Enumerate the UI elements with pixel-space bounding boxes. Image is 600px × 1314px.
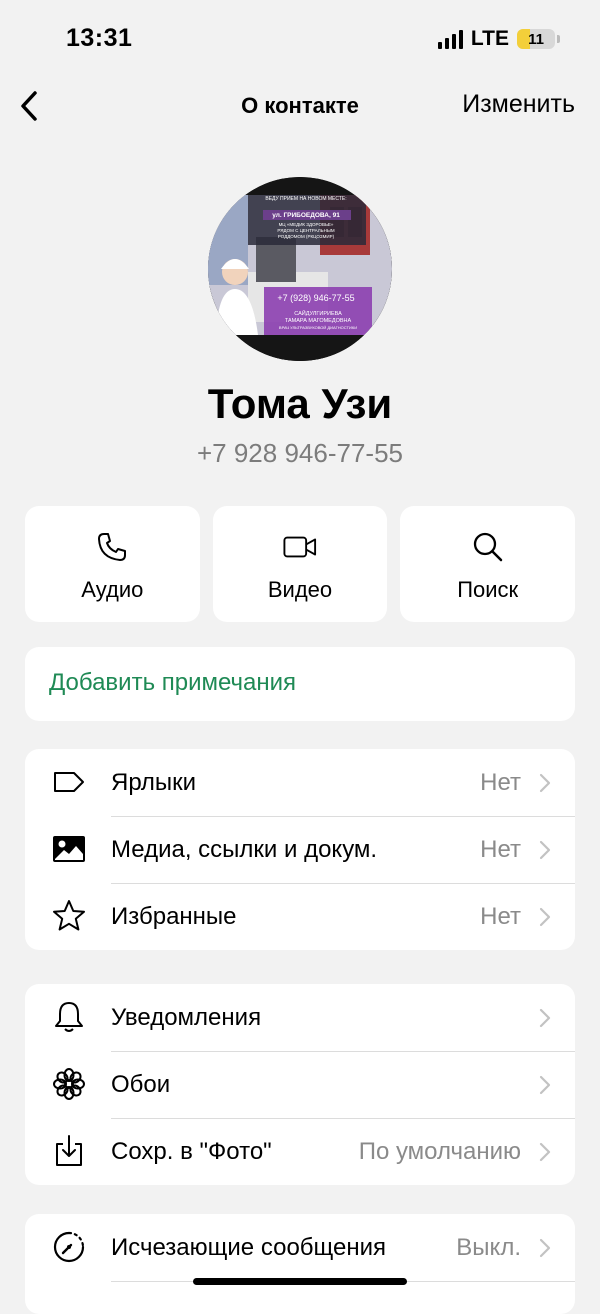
row-label: Обои — [111, 1071, 171, 1098]
tag-icon — [51, 764, 87, 800]
row-label: Избранные — [111, 903, 237, 930]
avatar-clinic2: РЯДОМ С ЦЕНТРАЛЬНЫМ — [277, 228, 334, 233]
row-label: Сохр. в "Фото" — [111, 1138, 272, 1165]
row-wallpaper[interactable]: Обои — [25, 1051, 575, 1118]
avatar-phone: +7 (928) 946-77-55 — [277, 293, 354, 303]
avatar-role: ВРАЧ УЛЬТРАЗВУКОВОЙ ДИАГНОСТИКИ — [279, 325, 357, 330]
action-buttons: Аудио Видео Поиск — [25, 506, 576, 622]
chevron-right-icon — [539, 1238, 551, 1258]
status-bar: 13:31 LTE 11 — [0, 0, 600, 80]
search-icon — [471, 530, 505, 564]
row-save-to-photos[interactable]: Сохр. в "Фото" По умолчанию — [25, 1118, 575, 1185]
network-type: LTE — [470, 27, 509, 50]
status-time: 13:31 — [66, 24, 133, 52]
video-call-button[interactable]: Видео — [212, 506, 388, 622]
chevron-right-icon — [539, 907, 551, 927]
row-tags[interactable]: Ярлыки Нет — [25, 749, 575, 816]
divider — [111, 1051, 575, 1052]
status-indicators: LTE 11 — [437, 27, 560, 51]
battery-icon: 11 — [517, 29, 555, 49]
avatar-name1: САЙДУЛГИРИЕВА — [294, 309, 342, 317]
chevron-right-icon — [539, 1008, 551, 1028]
timer-icon — [51, 1229, 87, 1265]
privacy-group: Исчезающие сообщения Выкл. — [25, 1214, 575, 1314]
row-value: Нет — [480, 903, 521, 930]
divider — [111, 883, 575, 884]
avatar-clinic3: РОДДОМОМ (РКЦОЗМИР) — [278, 234, 335, 239]
audio-label: Аудио — [81, 577, 144, 602]
row-disappearing-messages[interactable]: Исчезающие сообщения Выкл. — [25, 1214, 575, 1281]
row-label: Медиа, ссылки и докум. — [111, 836, 378, 863]
settings-group: Уведомления Обои Сохр. в "Фото" По умолч… — [25, 984, 575, 1185]
battery-level: 11 — [528, 30, 544, 48]
row-value: Выкл. — [456, 1234, 521, 1261]
video-label: Видео — [267, 577, 333, 602]
home-indicator[interactable] — [193, 1278, 407, 1285]
row-notifications[interactable]: Уведомления — [25, 984, 575, 1051]
photo-icon — [51, 831, 87, 867]
star-icon — [51, 898, 87, 934]
search-button[interactable]: Поиск — [400, 506, 576, 622]
chevron-right-icon — [539, 1075, 551, 1095]
row-label: Уведомления — [111, 1004, 262, 1031]
row-label: Ярлыки — [111, 769, 197, 796]
divider — [111, 1118, 575, 1119]
chevron-right-icon — [539, 773, 551, 793]
avatar[interactable]: ВЕДУ ПРИЕМ НА НОВОМ МЕСТЕ: ул. ГРИБОЕДОВ… — [208, 177, 392, 361]
audio-call-button[interactable]: Аудио — [25, 506, 200, 622]
row-value: По умолчанию — [358, 1138, 521, 1165]
row-value: Нет — [480, 769, 521, 796]
row-next[interactable] — [25, 1281, 575, 1314]
avatar-line1: ВЕДУ ПРИЕМ НА НОВОМ МЕСТЕ: — [265, 196, 346, 202]
chevron-right-icon — [539, 1142, 551, 1162]
flower-icon — [51, 1066, 87, 1102]
bell-icon — [51, 999, 87, 1035]
avatar-clinic1: МЦ «МЕДИК ЗДОРОВЬЕ» — [279, 222, 334, 227]
download-icon — [51, 1133, 87, 1169]
contact-phone[interactable]: +7 928 946-77-55 — [0, 438, 600, 469]
row-media[interactable]: Медиа, ссылки и докум. Нет — [25, 816, 575, 883]
navigation-bar: О контакте Изменить — [0, 80, 600, 134]
info-group: Ярлыки Нет Медиа, ссылки и докум. Нет Из… — [25, 749, 575, 950]
row-starred[interactable]: Избранные Нет — [25, 883, 575, 950]
divider — [111, 816, 575, 817]
add-notes-label: Добавить примечания — [49, 669, 297, 696]
phone-icon — [95, 530, 129, 564]
edit-button[interactable]: Изменить — [462, 90, 575, 119]
row-value: Нет — [480, 836, 521, 863]
row-label: Исчезающие сообщения — [111, 1234, 387, 1261]
video-icon — [283, 530, 317, 564]
contact-name: Тома Узи — [207, 380, 393, 427]
avatar-address: ул. ГРИБОЕДОВА, 91 — [272, 212, 340, 219]
chevron-right-icon — [539, 840, 551, 860]
add-notes-button[interactable]: Добавить примечания — [25, 647, 575, 721]
signal-icon — [437, 29, 463, 49]
search-label: Поиск — [457, 577, 519, 602]
avatar-name2: ТАМАРА МАГОМЕДОВНА — [285, 318, 352, 324]
